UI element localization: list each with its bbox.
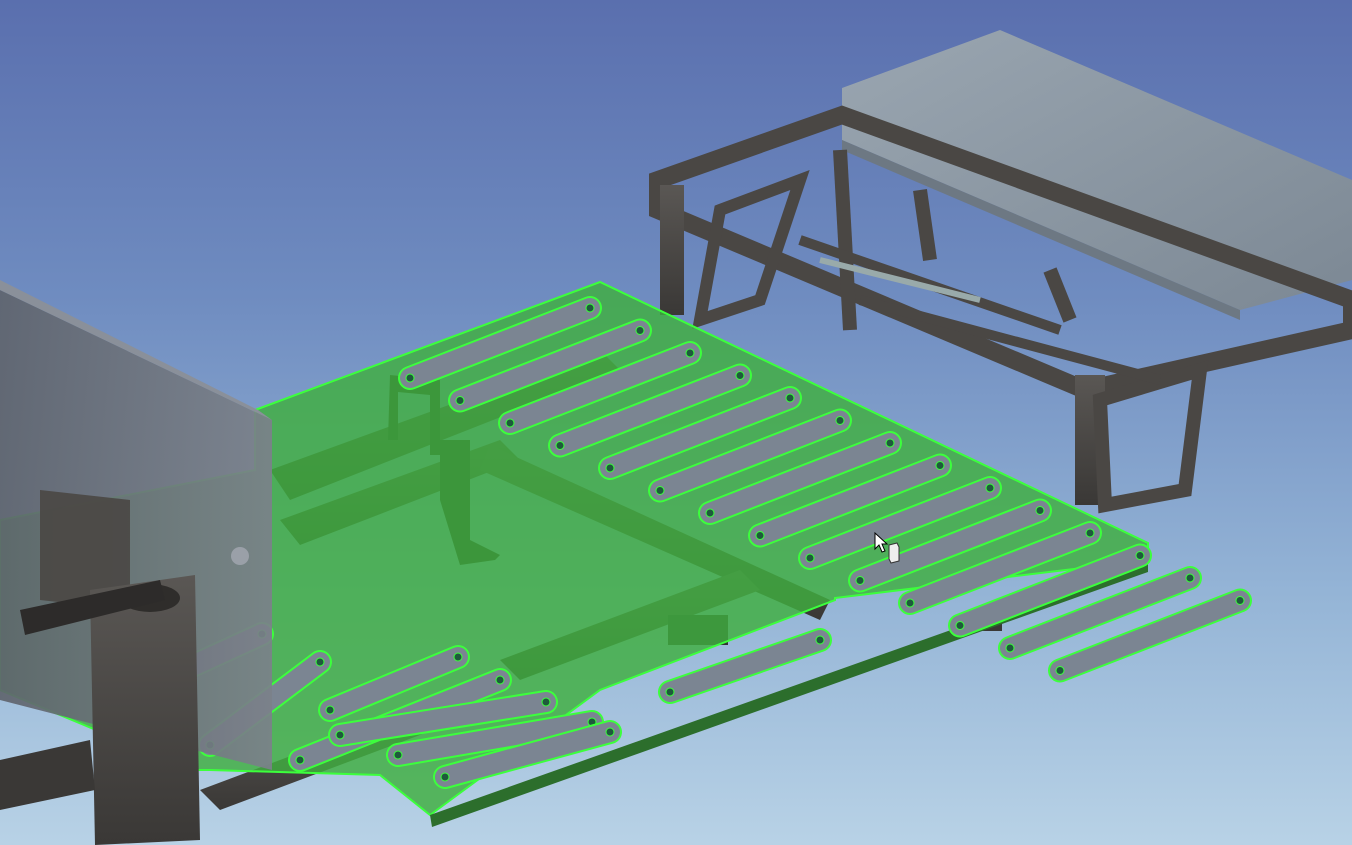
bolt-hole xyxy=(785,393,795,403)
bolt-hole xyxy=(855,576,865,585)
bolt-hole xyxy=(495,675,505,685)
bolt-hole xyxy=(325,705,335,715)
bolt-hole xyxy=(393,750,403,760)
bolt-hole xyxy=(705,508,715,518)
bolt-hole xyxy=(985,483,995,493)
bolt-hole xyxy=(665,687,675,697)
bolt-hole xyxy=(555,441,565,450)
bolt-hole xyxy=(815,635,825,645)
bolt-hole xyxy=(1235,596,1245,605)
bolt-hole xyxy=(440,772,450,782)
bolt-hole xyxy=(1005,643,1015,653)
bolt-hole xyxy=(455,396,465,405)
bolt-hole xyxy=(1055,666,1065,675)
bolt-hole xyxy=(685,348,695,358)
bolt-hole xyxy=(315,657,325,667)
bolt-hole xyxy=(885,438,895,448)
cad-3d-viewport[interactable] xyxy=(0,0,1352,845)
bolt-hole xyxy=(1035,506,1045,515)
bolt-hole xyxy=(1085,528,1095,538)
assembly-model[interactable] xyxy=(0,0,1352,845)
bolt-hole xyxy=(1185,573,1195,583)
bolt-hole xyxy=(605,727,615,737)
bolt-hole xyxy=(635,326,645,335)
bolt-hole xyxy=(805,553,815,563)
bolt-hole xyxy=(1135,551,1145,560)
bolt-hole xyxy=(541,697,551,707)
bolt-hole xyxy=(295,755,305,765)
bolt-hole xyxy=(453,652,463,662)
bolt-hole xyxy=(835,416,845,425)
bolt-hole xyxy=(905,598,915,608)
bolt-hole xyxy=(935,461,945,470)
bolt-hole xyxy=(955,621,965,630)
bolt-hole xyxy=(335,730,345,740)
bolt-hole xyxy=(755,531,765,540)
bolt-hole xyxy=(505,418,515,428)
bolt-hole xyxy=(655,486,665,495)
bolt-hole xyxy=(735,371,745,380)
bolt-hole xyxy=(405,373,415,383)
bolt-hole xyxy=(585,303,595,313)
bolt-hole xyxy=(605,463,615,473)
